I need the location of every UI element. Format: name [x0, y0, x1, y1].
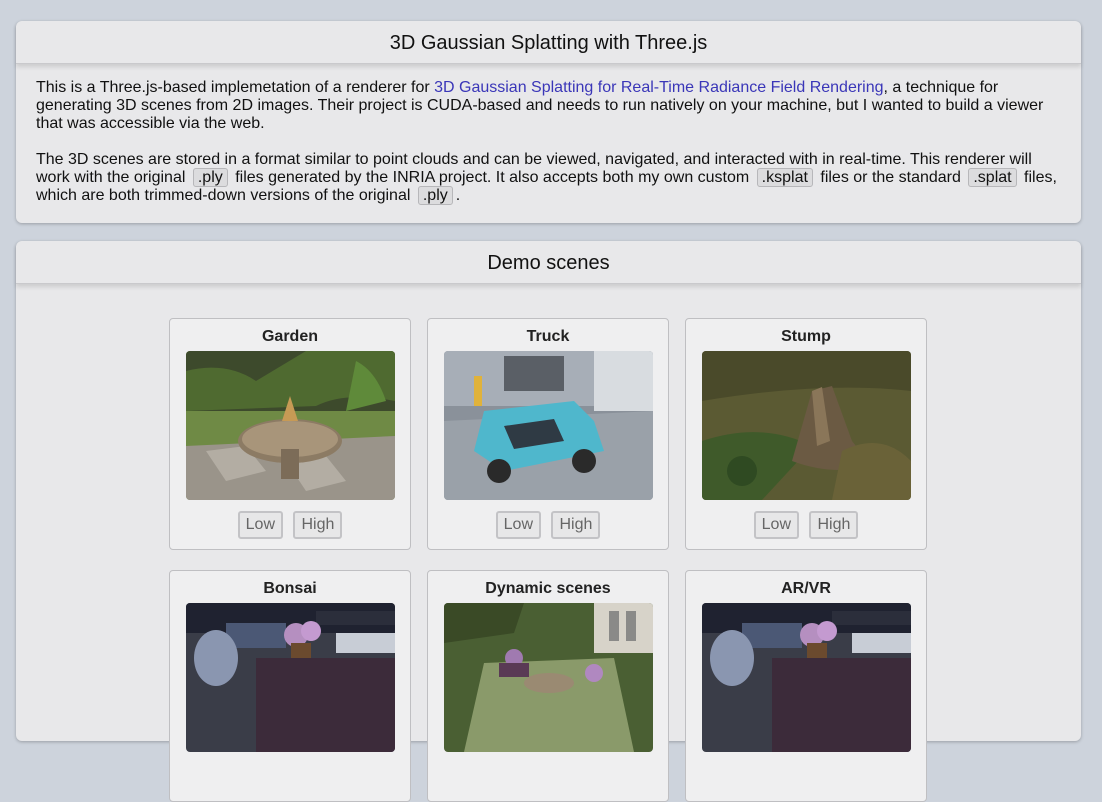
scene-card-garden: Garden Low High: [169, 318, 411, 550]
scene-title: Bonsai: [263, 580, 317, 597]
scene-title: Stump: [781, 328, 831, 345]
ply-code: .ply: [192, 168, 228, 187]
stump-high-button[interactable]: High: [809, 511, 859, 539]
quality-buttons: Low High: [686, 511, 926, 539]
splat-code: .splat: [968, 168, 1017, 187]
scene-card-bonsai: Bonsai: [169, 570, 411, 802]
scene-title: Truck: [526, 328, 570, 345]
intro-body: This is a Three.js-based implemetation o…: [16, 64, 1081, 205]
garden-thumbnail[interactable]: [186, 351, 395, 500]
quality-buttons: Low High: [428, 511, 668, 539]
intro-paragraph-2: The 3D scenes are stored in a format sim…: [36, 151, 1061, 205]
scene-title: Garden: [261, 328, 318, 345]
garden-low-button[interactable]: Low: [237, 511, 283, 539]
demo-scenes-panel: Demo scenes Garden Low High Truck Low Hi…: [16, 241, 1081, 802]
intro-text: files generated by the INRIA project. It…: [230, 169, 754, 186]
dynamic-scenes-thumbnail[interactable]: [444, 603, 653, 752]
ksplat-code: .ksplat: [756, 168, 813, 187]
intro-paragraph-1: This is a Three.js-based implemetation o…: [36, 79, 1061, 133]
ar-vr-thumbnail[interactable]: [702, 603, 911, 752]
stump-thumbnail[interactable]: [702, 351, 911, 500]
ply-code: .ply: [417, 186, 453, 205]
paper-link[interactable]: 3D Gaussian Splatting for Real-Time Radi…: [434, 79, 883, 96]
quality-buttons: Low High: [170, 511, 410, 539]
intro-panel: 3D Gaussian Splatting with Three.js This…: [16, 21, 1081, 223]
intro-text: .: [455, 187, 461, 204]
intro-text: files or the standard: [815, 169, 966, 186]
scene-title: Dynamic scenes: [485, 580, 611, 597]
stump-low-button[interactable]: Low: [753, 511, 799, 539]
truck-high-button[interactable]: High: [551, 511, 601, 539]
intro-text: This is a Three.js-based implemetation o…: [36, 79, 435, 96]
scene-card-dynamic-scenes: Dynamic scenes: [427, 570, 669, 802]
bonsai-thumbnail[interactable]: [186, 603, 395, 752]
scene-card-stump: Stump Low High: [685, 318, 927, 550]
intro-title: 3D Gaussian Splatting with Three.js: [16, 21, 1081, 64]
scene-card-ar-vr: AR/VR: [685, 570, 927, 802]
truck-low-button[interactable]: Low: [495, 511, 541, 539]
demo-scenes-title: Demo scenes: [16, 241, 1081, 284]
garden-high-button[interactable]: High: [293, 511, 343, 539]
truck-thumbnail[interactable]: [444, 351, 653, 500]
scene-title: AR/VR: [781, 580, 831, 597]
scene-card-truck: Truck Low High: [427, 318, 669, 550]
